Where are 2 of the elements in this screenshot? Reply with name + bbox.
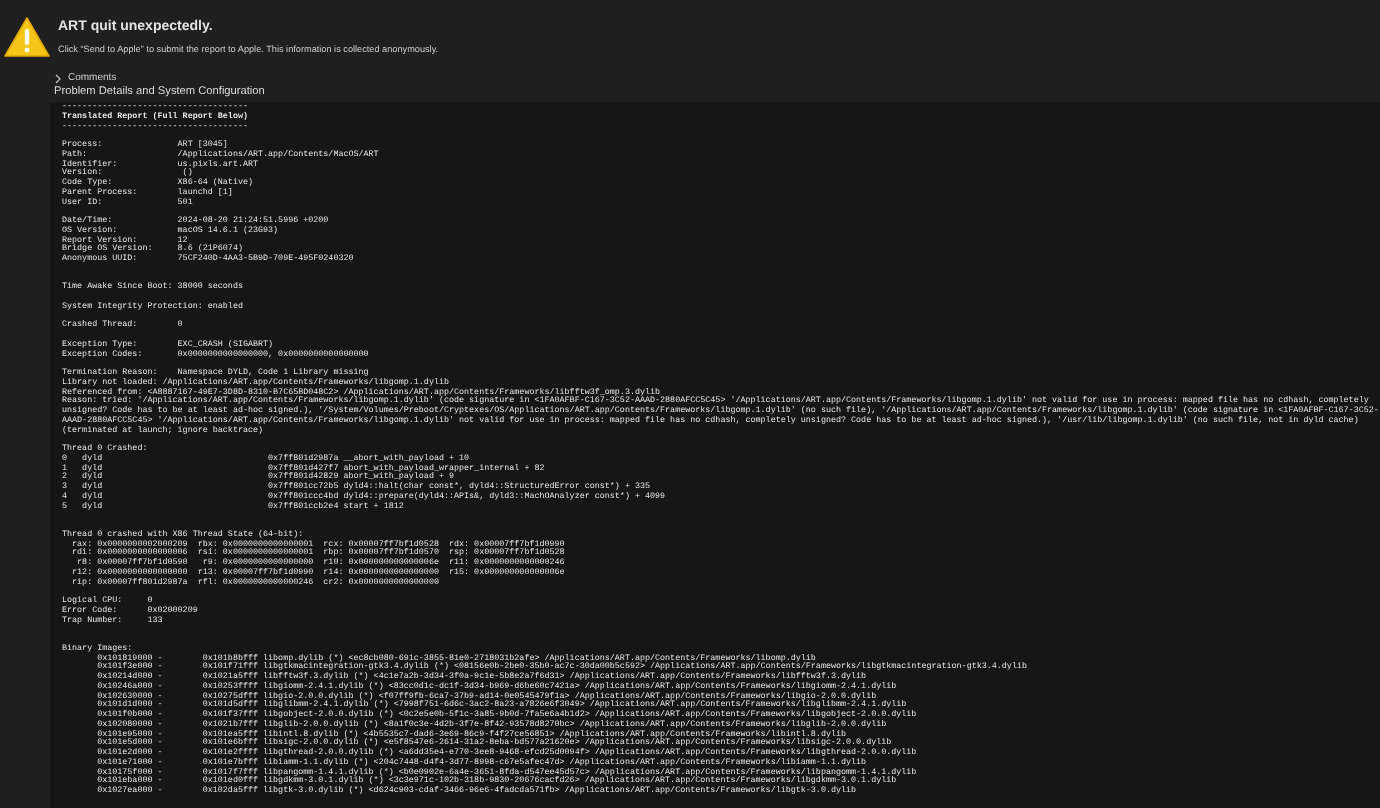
warning-icon: [4, 16, 50, 58]
chevron-icon: [54, 73, 62, 83]
